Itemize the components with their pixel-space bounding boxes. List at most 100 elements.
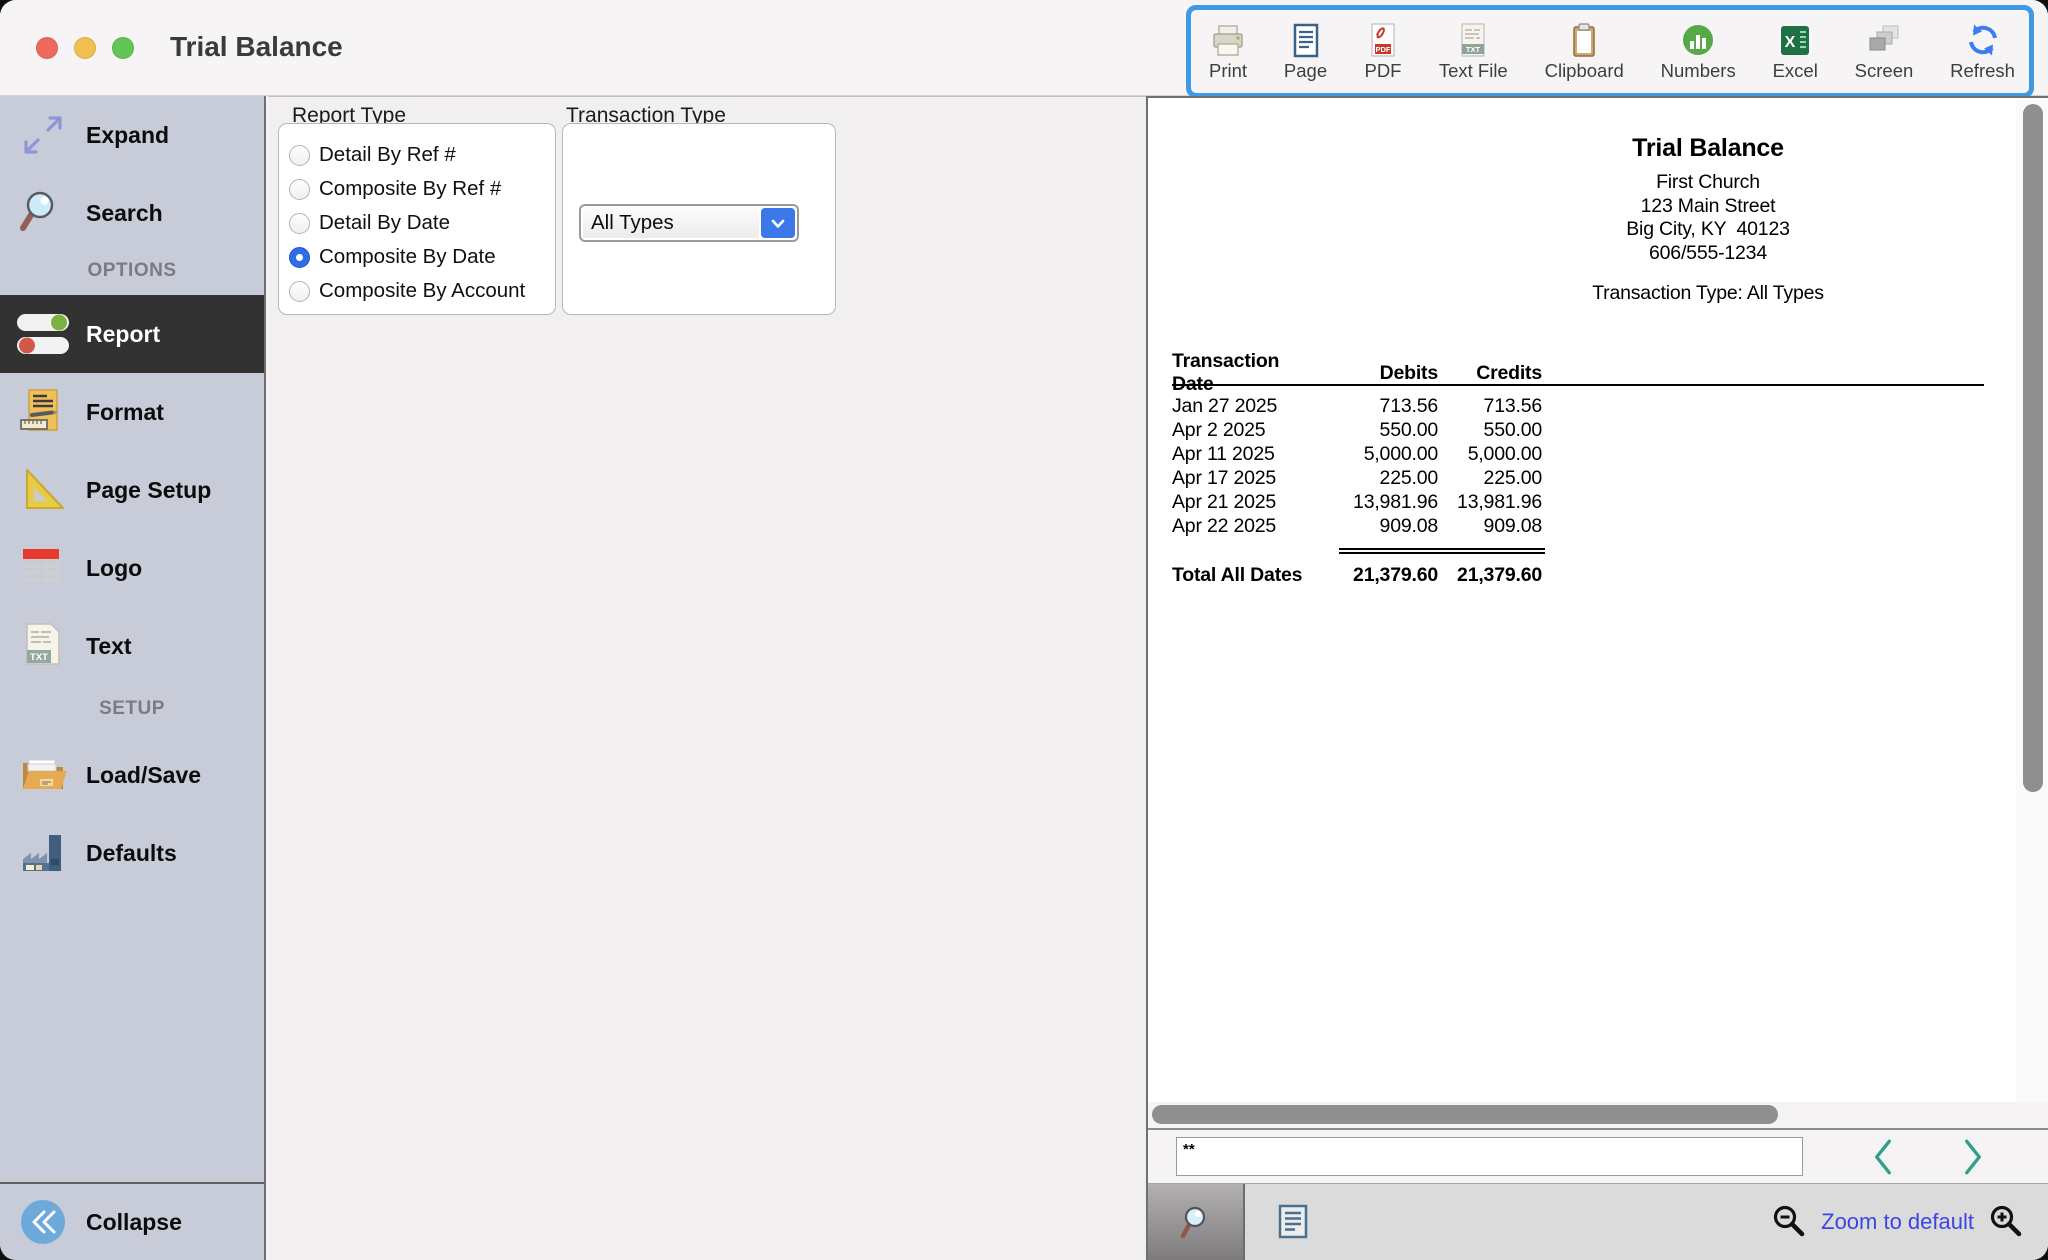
table-row: Jan 27 2025 713.56 713.56 (1172, 394, 1992, 418)
pdf-file-icon: PDF (1364, 22, 1402, 59)
table-body: Jan 27 2025 713.56 713.56 Apr 2 2025 550… (1172, 394, 1992, 538)
toggles-icon (15, 310, 71, 358)
zoom-in-icon[interactable] (1988, 1204, 2024, 1240)
radio-circle[interactable] (289, 179, 310, 200)
radio-circle[interactable] (289, 213, 310, 234)
sidebar-item-format[interactable]: Format (0, 373, 264, 451)
table-header-rule (1172, 384, 1984, 386)
report-city-line: Big City, KY 40123 (1408, 218, 2008, 242)
vertical-scrollbar[interactable] (2016, 96, 2048, 1102)
sidebar-item-expand[interactable]: Expand (0, 96, 264, 174)
table-header-row: Transaction Date Debits Credits (1172, 350, 1992, 374)
table-row: Apr 17 2025 225.00 225.00 (1172, 466, 1992, 490)
expand-icon (19, 111, 67, 159)
horizontal-scrollbar[interactable] (1148, 1102, 2048, 1128)
report-transaction-type-line: Transaction Type: All Types (1408, 282, 2008, 305)
app-window: Trial Balance Print Page PDF (0, 0, 2048, 1260)
numbers-button[interactable]: Numbers (1661, 22, 1736, 82)
set-square-icon (19, 466, 67, 514)
tool-label: PDF (1364, 60, 1401, 82)
find-input[interactable]: ** (1176, 1137, 1803, 1176)
table-row: Apr 21 2025 13,981.96 13,981.96 (1172, 490, 1992, 514)
text-file-icon: TXT (1454, 22, 1492, 59)
radio-circle-selected[interactable] (289, 247, 310, 268)
refresh-button[interactable]: Refresh (1950, 22, 2015, 82)
radio-detail-by-ref[interactable]: Detail By Ref # (289, 138, 456, 172)
col-credits: Credits (1438, 362, 1542, 385)
radio-detail-by-date[interactable]: Detail By Date (289, 206, 450, 240)
document-view-tab[interactable] (1276, 1184, 1310, 1260)
table-total-double-rule (1339, 548, 1545, 554)
export-toolbar: Print Page PDF PDF TXT (1186, 5, 2034, 98)
table-row: Apr 2 2025 550.00 550.00 (1172, 418, 1992, 442)
col-debits: Debits (1322, 362, 1438, 385)
excel-button[interactable]: X Excel (1773, 22, 1818, 82)
radio-circle[interactable] (289, 145, 310, 166)
next-page-button[interactable] (1954, 1136, 1992, 1178)
table-row: Apr 11 2025 5,000.00 5,000.00 (1172, 442, 1992, 466)
sidebar-item-defaults[interactable]: Defaults (0, 814, 264, 892)
radio-composite-by-ref[interactable]: Composite By Ref # (289, 172, 501, 206)
preview-bottom-bar: Zoom to default (1148, 1183, 2048, 1260)
sidebar: Expand Search OPTIONS (0, 96, 266, 1260)
preview-panel: Trial Balance First Church 123 Main Stre… (1146, 96, 2048, 1260)
minimize-window-button[interactable] (74, 37, 96, 59)
printer-icon (1209, 22, 1247, 59)
vertical-scrollbar-thumb[interactable] (2023, 104, 2043, 792)
factory-icon (19, 829, 67, 877)
magnifier-view-tab[interactable] (1148, 1184, 1245, 1260)
excel-icon: X (1776, 22, 1814, 59)
zoom-controls: Zoom to default (1771, 1184, 2024, 1260)
search-icon (19, 189, 67, 237)
svg-text:PDF: PDF (1375, 45, 1390, 54)
find-bar: ** (1148, 1130, 2048, 1183)
sidebar-item-label: Report (86, 321, 160, 348)
sidebar-item-label: Expand (86, 122, 169, 149)
report-phone: 606/555-1234 (1408, 242, 2008, 266)
table-total-row: Total All Dates 21,379.60 21,379.60 (1172, 563, 1992, 587)
radio-composite-by-date[interactable]: Composite By Date (289, 240, 496, 274)
sidebar-item-logo[interactable]: Logo (0, 529, 264, 607)
total-debits: 21,379.60 (1322, 564, 1438, 587)
screen-button[interactable]: Screen (1855, 22, 1914, 82)
report-title: Trial Balance (1408, 134, 2008, 163)
dropdown-arrow-button[interactable] (761, 208, 795, 238)
pdf-button[interactable]: PDF PDF (1364, 22, 1402, 82)
transaction-type-groupbox: All Types (562, 123, 836, 315)
sidebar-item-label: Load/Save (86, 762, 201, 789)
clipboard-button[interactable]: Clipboard (1545, 22, 1624, 82)
tool-label: Refresh (1950, 60, 2015, 82)
sidebar-collapse-button[interactable]: Collapse (0, 1184, 264, 1260)
radio-circle[interactable] (289, 281, 310, 302)
sidebar-section-setup: SETUP (0, 698, 264, 720)
tool-label: Screen (1855, 60, 1914, 82)
text-file-button[interactable]: TXT Text File (1439, 22, 1508, 82)
horizontal-scrollbar-thumb[interactable] (1152, 1105, 1778, 1124)
svg-text:X: X (1785, 34, 1796, 51)
close-window-button[interactable] (36, 37, 58, 59)
radio-composite-by-account[interactable]: Composite By Account (289, 274, 525, 308)
zoom-to-default-link[interactable]: Zoom to default (1821, 1209, 1974, 1235)
screen-icon (1865, 22, 1903, 59)
sidebar-item-label: Search (86, 200, 163, 227)
collapse-chevrons-icon (19, 1198, 67, 1246)
tool-label: Excel (1773, 60, 1818, 82)
sidebar-item-report[interactable]: Report (0, 295, 264, 373)
sidebar-item-label: Page Setup (86, 477, 211, 504)
transaction-type-select[interactable]: All Types (579, 204, 799, 242)
zoom-window-button[interactable] (112, 37, 134, 59)
sidebar-item-text[interactable]: TXT Text (0, 607, 264, 685)
col-transaction-date: Transaction Date (1172, 350, 1322, 396)
document-icon (1276, 1204, 1310, 1240)
txt-file-icon: TXT (19, 622, 67, 670)
zoom-out-icon[interactable] (1771, 1204, 1807, 1240)
print-button[interactable]: Print (1209, 22, 1247, 82)
window-title: Trial Balance (170, 31, 343, 63)
tool-label: Numbers (1661, 60, 1736, 82)
sidebar-item-load-save[interactable]: Load/Save (0, 736, 264, 814)
sidebar-item-page-setup[interactable]: Page Setup (0, 451, 264, 529)
page-button[interactable]: Page (1284, 22, 1327, 82)
previous-page-button[interactable] (1864, 1136, 1902, 1178)
folder-icon (19, 751, 67, 799)
sidebar-item-search[interactable]: Search (0, 174, 264, 252)
